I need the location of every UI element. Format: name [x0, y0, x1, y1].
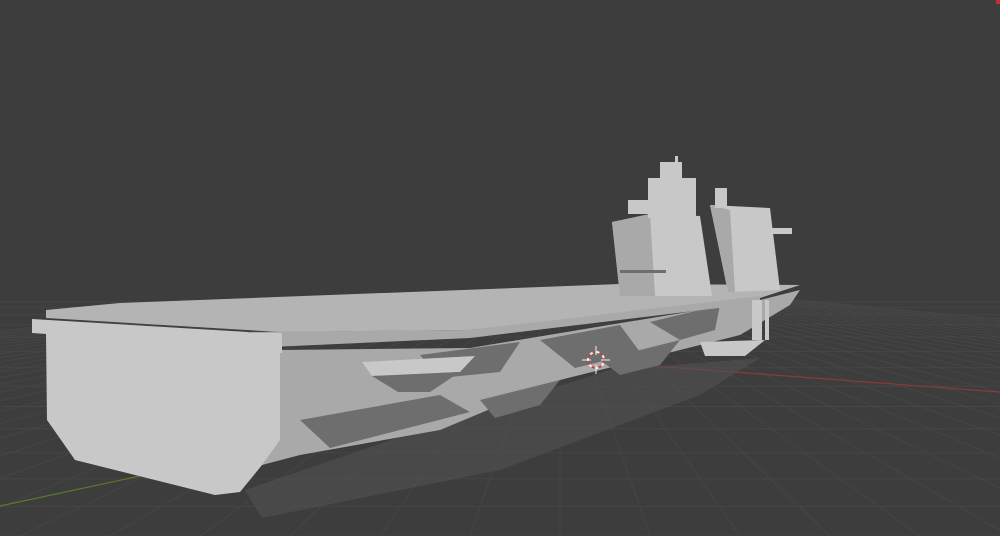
- island-fore-mast: [740, 210, 760, 240]
- grid-line: [799, 299, 1000, 320]
- island-aft-top: [648, 178, 696, 218]
- y-axis-line: [0, 475, 141, 507]
- island-aft-railing: [620, 270, 666, 273]
- island-fore-lattice: [765, 300, 769, 340]
- sponson: [200, 354, 262, 370]
- island-aft-mast: [660, 162, 682, 180]
- island-fore-lattice: [752, 300, 762, 340]
- grid-line: [703, 299, 1000, 348]
- deck-block: [246, 333, 282, 353]
- island-fore-lattice: [715, 188, 727, 208]
- island-aft-wing: [628, 200, 650, 214]
- corner-indicator: [996, 0, 1000, 4]
- island-aft-antenna: [675, 156, 678, 166]
- deck-elevator: [700, 340, 765, 356]
- grid-line: [735, 299, 1000, 335]
- island-fore-arm: [770, 228, 792, 234]
- island-aft-face: [612, 214, 655, 296]
- aircraft-carrier-model[interactable]: [32, 156, 800, 518]
- viewport-scene[interactable]: [0, 0, 1000, 536]
- 3d-viewport[interactable]: [0, 0, 1000, 536]
- grid-line: [751, 299, 1000, 331]
